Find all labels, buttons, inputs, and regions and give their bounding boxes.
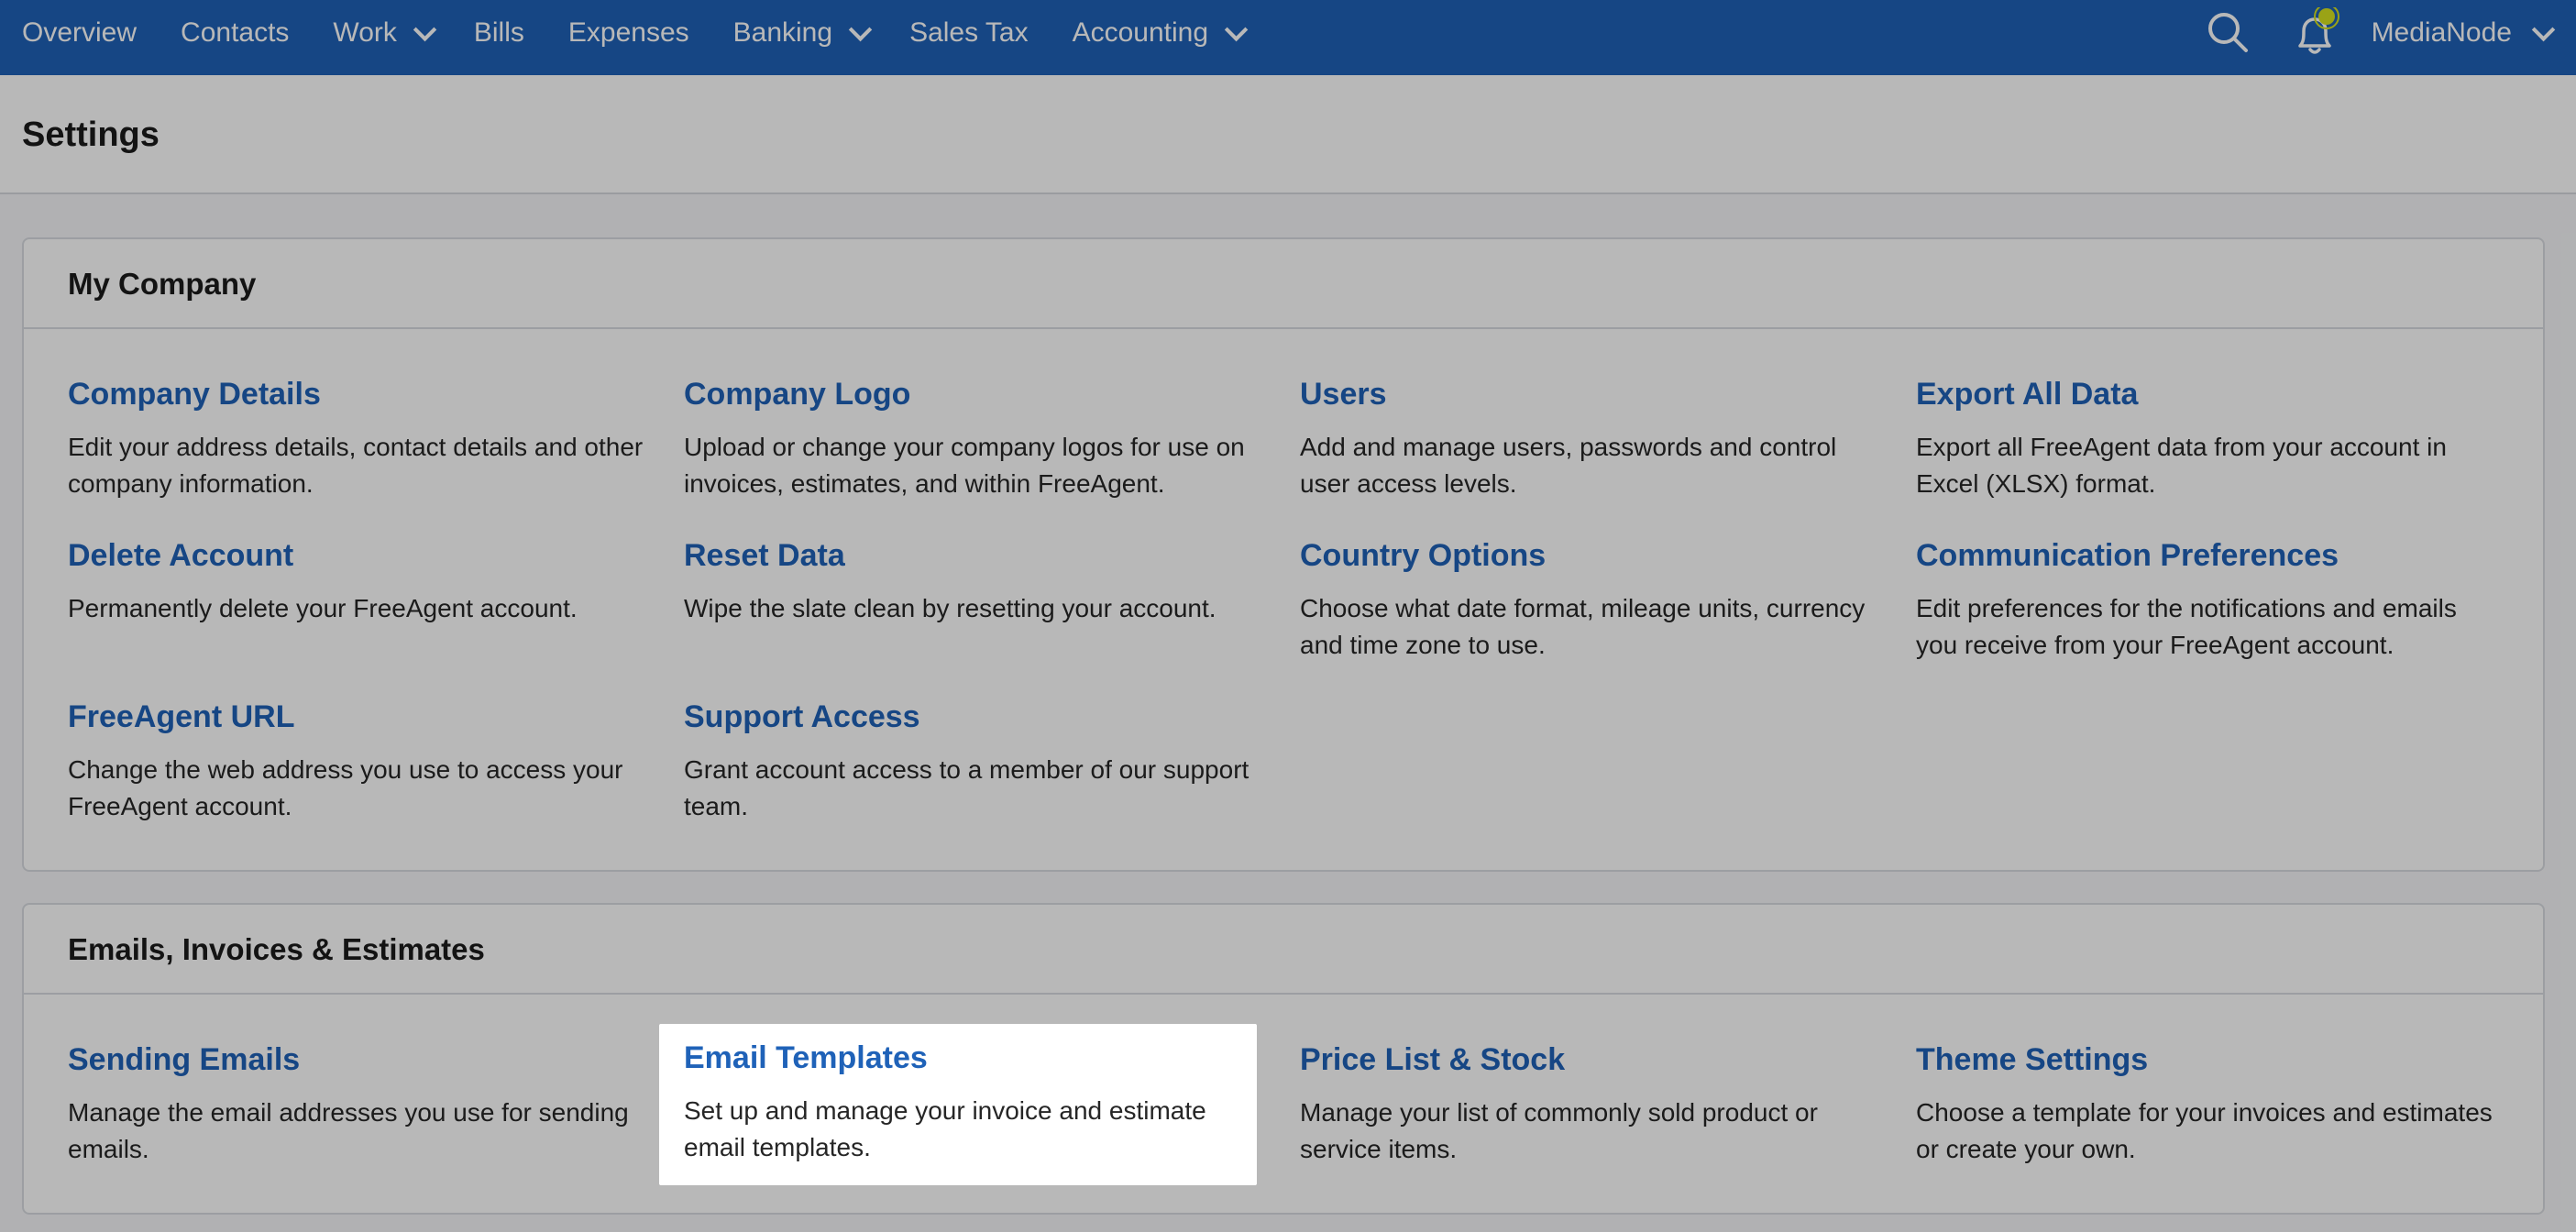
nav-sales-tax-label: Sales Tax xyxy=(909,17,1029,48)
company-logo-link[interactable]: Company Logo xyxy=(684,377,1271,412)
chevron-down-icon xyxy=(2531,17,2556,42)
user-menu-label: MediaNode xyxy=(2371,17,2512,48)
users-description: Add and manage users, passwords and cont… xyxy=(1300,433,1837,498)
nav-bills-label: Bills xyxy=(473,17,524,48)
price-list-stock-link[interactable]: Price List & Stock xyxy=(1300,1042,1887,1078)
setting-delete-account: Delete Account Permanently delete your F… xyxy=(68,538,655,627)
chevron-down-icon xyxy=(413,17,437,42)
price-list-stock-description: Manage your list of commonly sold produc… xyxy=(1300,1098,1818,1163)
page-header: Settings xyxy=(0,75,2576,194)
setting-communication-preferences: Communication Preferences Edit preferenc… xyxy=(1916,538,2503,664)
setting-freeagent-url: FreeAgent URL Change the web address you… xyxy=(68,699,655,825)
notifications-button[interactable] xyxy=(2287,4,2339,59)
notification-bell-icon xyxy=(2297,4,2339,54)
setting-support-access: Support Access Grant account access to a… xyxy=(684,699,1271,825)
support-access-link[interactable]: Support Access xyxy=(684,699,1271,735)
panel-header: Emails, Invoices & Estimates xyxy=(24,905,2543,995)
email-templates-link[interactable]: Email Templates xyxy=(684,1040,1271,1076)
setting-export-all-data: Export All Data Export all FreeAgent dat… xyxy=(1916,377,2503,502)
chevron-down-icon xyxy=(1224,17,1249,42)
delete-account-link[interactable]: Delete Account xyxy=(68,538,655,574)
reset-data-description: Wipe the slate clean by resetting your a… xyxy=(684,594,1216,622)
nav-banking[interactable]: Banking xyxy=(732,17,873,49)
nav-bills[interactable]: Bills xyxy=(474,17,524,49)
panel-title: Emails, Invoices & Estimates xyxy=(68,932,485,966)
country-options-link[interactable]: Country Options xyxy=(1300,538,1887,574)
nav-banking-label: Banking xyxy=(732,17,833,48)
nav-sales-tax[interactable]: Sales Tax xyxy=(909,17,1029,49)
main-nav: Overview Contacts Work Bills Expenses Ba… xyxy=(0,0,1285,66)
page-title: Settings xyxy=(22,116,160,154)
email-templates-description: Set up and manage your invoice and estim… xyxy=(684,1096,1206,1161)
search-button[interactable] xyxy=(2203,7,2254,59)
right-nav: MediaNode xyxy=(2203,0,2556,66)
nav-accounting[interactable]: Accounting xyxy=(1072,17,1249,49)
setting-email-templates: Email Templates Set up and manage your i… xyxy=(684,1040,1271,1166)
company-details-description: Edit your address details, contact detai… xyxy=(68,433,644,498)
nav-overview[interactable]: Overview xyxy=(22,17,137,49)
nav-work-label: Work xyxy=(333,17,397,48)
setting-price-list-stock: Price List & Stock Manage your list of c… xyxy=(1300,1042,1887,1168)
company-details-link[interactable]: Company Details xyxy=(68,377,655,412)
theme-settings-description: Choose a template for your invoices and … xyxy=(1916,1098,2493,1163)
nav-contacts-label: Contacts xyxy=(181,17,290,48)
communication-preferences-description: Edit preferences for the notifications a… xyxy=(1916,594,2457,659)
support-access-description: Grant account access to a member of our … xyxy=(684,755,1249,820)
users-link[interactable]: Users xyxy=(1300,377,1887,412)
setting-sending-emails: Sending Emails Manage the email addresse… xyxy=(68,1042,655,1168)
setting-company-details: Company Details Edit your address detail… xyxy=(68,377,655,502)
country-options-description: Choose what date format, mileage units, … xyxy=(1300,594,1866,659)
setting-reset-data: Reset Data Wipe the slate clean by reset… xyxy=(684,538,1271,627)
export-all-data-link[interactable]: Export All Data xyxy=(1916,377,2503,412)
nav-accounting-label: Accounting xyxy=(1072,17,1209,48)
setting-theme-settings: Theme Settings Choose a template for you… xyxy=(1916,1042,2503,1168)
nav-expenses[interactable]: Expenses xyxy=(568,17,689,49)
nav-work[interactable]: Work xyxy=(333,17,437,49)
user-menu[interactable]: MediaNode xyxy=(2371,17,2556,49)
setting-country-options: Country Options Choose what date format,… xyxy=(1300,538,1887,664)
emails-invoices-estimates-panel: Emails, Invoices & Estimates Sending Ema… xyxy=(22,903,2545,1215)
my-company-panel: My Company Company Details Edit your add… xyxy=(22,237,2545,872)
nav-contacts[interactable]: Contacts xyxy=(181,17,289,49)
company-logo-description: Upload or change your company logos for … xyxy=(684,433,1245,498)
freeagent-url-description: Change the web address you use to access… xyxy=(68,755,623,820)
reset-data-link[interactable]: Reset Data xyxy=(684,538,1271,574)
delete-account-description: Permanently delete your FreeAgent accoun… xyxy=(68,594,578,622)
export-all-data-description: Export all FreeAgent data from your acco… xyxy=(1916,433,2447,498)
top-navigation-bar: Overview Contacts Work Bills Expenses Ba… xyxy=(0,0,2576,75)
sending-emails-description: Manage the email addresses you use for s… xyxy=(68,1098,629,1163)
setting-company-logo: Company Logo Upload or change your compa… xyxy=(684,377,1271,502)
nav-expenses-label: Expenses xyxy=(567,17,689,48)
nav-overview-label: Overview xyxy=(22,17,138,48)
sending-emails-link[interactable]: Sending Emails xyxy=(68,1042,655,1078)
panel-title: My Company xyxy=(68,267,257,301)
search-icon xyxy=(2207,13,2248,52)
panel-header: My Company xyxy=(24,239,2543,329)
chevron-down-icon xyxy=(848,17,873,42)
setting-users: Users Add and manage users, passwords an… xyxy=(1300,377,1887,502)
theme-settings-link[interactable]: Theme Settings xyxy=(1916,1042,2503,1078)
communication-preferences-link[interactable]: Communication Preferences xyxy=(1916,538,2503,574)
freeagent-url-link[interactable]: FreeAgent URL xyxy=(68,699,655,735)
